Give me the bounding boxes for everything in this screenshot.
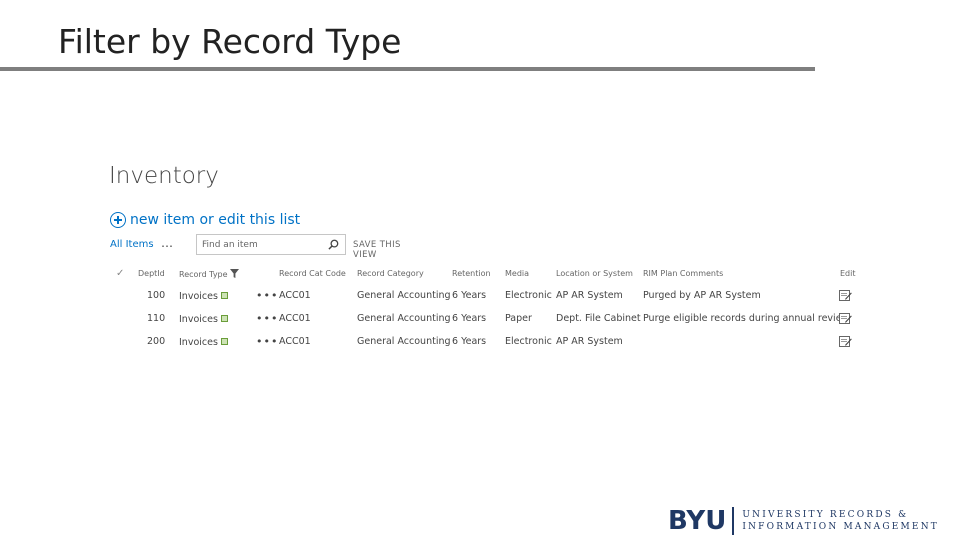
col-retention[interactable]: Retention — [452, 269, 491, 278]
record-type-value[interactable]: Invoices — [179, 291, 218, 302]
col-location[interactable]: Location or System — [556, 269, 633, 278]
table-row[interactable]: 110 Invoices ••• ACC01 General Accountin… — [110, 307, 860, 329]
list-title[interactable]: Inventory — [109, 163, 219, 189]
record-type-value[interactable]: Invoices — [179, 314, 218, 325]
save-view-link[interactable]: SAVE THIS VIEW — [353, 240, 420, 260]
table-header: ✓ DeptId Record Type Record Cat Code Rec… — [110, 264, 860, 284]
item-menu[interactable]: ••• — [256, 312, 278, 325]
new-item-link[interactable]: new item or edit this list — [110, 212, 300, 228]
cell-dept-id: 200 — [147, 336, 166, 347]
edit-icon[interactable] — [839, 335, 852, 347]
col-record-cat-code[interactable]: Record Cat Code — [279, 269, 346, 278]
edit-icon[interactable] — [839, 289, 852, 301]
col-rim-comments[interactable]: RIM Plan Comments — [643, 269, 723, 278]
new-item-icon — [220, 338, 228, 345]
cell-record-cat-code: ACC01 — [279, 313, 311, 324]
cell-retention: 6 Years — [452, 336, 487, 347]
view-all-items[interactable]: All Items — [110, 239, 154, 250]
logo-line-1: UNIVERSITY RECORDS & — [742, 510, 909, 520]
col-media[interactable]: Media — [505, 269, 529, 278]
slide-title: Filter by Record Type — [58, 22, 402, 61]
table-row[interactable]: 100 Invoices ••• ACC01 General Accountin… — [110, 284, 860, 306]
cell-media: Paper — [505, 313, 532, 324]
cell-record-cat-code: ACC01 — [279, 290, 311, 301]
title-rule — [0, 67, 815, 71]
search-input[interactable] — [202, 238, 317, 252]
cell-record-cat-code: ACC01 — [279, 336, 311, 347]
cell-record-type[interactable]: Invoices — [179, 337, 228, 348]
new-item-icon — [220, 315, 228, 322]
item-menu[interactable]: ••• — [256, 289, 278, 302]
logo-line-2: INFORMATION MANAGEMENT — [742, 522, 939, 532]
cell-location: Dept. File Cabinet — [556, 313, 641, 324]
edit-icon[interactable] — [839, 312, 852, 324]
list-table: ✓ DeptId Record Type Record Cat Code Rec… — [110, 264, 860, 348]
logo-wordmark: UNIVERSITY RECORDS & INFORMATION MANAGEM… — [742, 509, 939, 533]
new-item-label[interactable]: new item or edit this list — [130, 212, 300, 228]
new-item-icon — [220, 292, 228, 299]
byu-records-logo: BYU UNIVERSITY RECORDS & INFORMATION MAN… — [668, 506, 939, 536]
filter-icon[interactable] — [229, 269, 239, 278]
logo-divider — [732, 507, 735, 535]
search-box[interactable] — [196, 234, 346, 255]
col-dept-id[interactable]: DeptId — [138, 269, 165, 278]
cell-media: Electronic — [505, 336, 552, 347]
cell-rim-comments: Purge eligible records during annual rev… — [643, 313, 850, 324]
cell-media: Electronic — [505, 290, 552, 301]
logo-byu-mark: BYU — [668, 506, 727, 536]
table-row[interactable]: 200 Invoices ••• ACC01 General Accountin… — [110, 330, 860, 352]
col-record-category[interactable]: Record Category — [357, 269, 424, 278]
view-menu-ellipsis[interactable]: … — [161, 236, 174, 250]
cell-record-category: General Accounting — [357, 313, 451, 324]
cell-location: AP AR System — [556, 290, 623, 301]
cell-rim-comments: Purged by AP AR System — [643, 290, 761, 301]
search-icon[interactable] — [328, 239, 339, 250]
select-all-check[interactable]: ✓ — [116, 268, 124, 279]
item-menu[interactable]: ••• — [256, 335, 278, 348]
cell-record-type[interactable]: Invoices — [179, 291, 228, 302]
cell-location: AP AR System — [556, 336, 623, 347]
col-record-type-label: Record Type — [179, 270, 228, 279]
record-type-value[interactable]: Invoices — [179, 337, 218, 348]
col-edit[interactable]: Edit — [840, 269, 856, 278]
cell-record-category: General Accounting — [357, 336, 451, 347]
cell-dept-id: 100 — [147, 290, 166, 301]
col-record-type[interactable]: Record Type — [179, 269, 239, 279]
cell-dept-id: 110 — [147, 313, 166, 324]
view-bar: All Items … SAVE THIS VIEW — [110, 234, 420, 260]
cell-record-type[interactable]: Invoices — [179, 314, 228, 325]
cell-retention: 6 Years — [452, 313, 487, 324]
cell-retention: 6 Years — [452, 290, 487, 301]
plus-circle-icon[interactable] — [110, 212, 126, 228]
cell-record-category: General Accounting — [357, 290, 451, 301]
